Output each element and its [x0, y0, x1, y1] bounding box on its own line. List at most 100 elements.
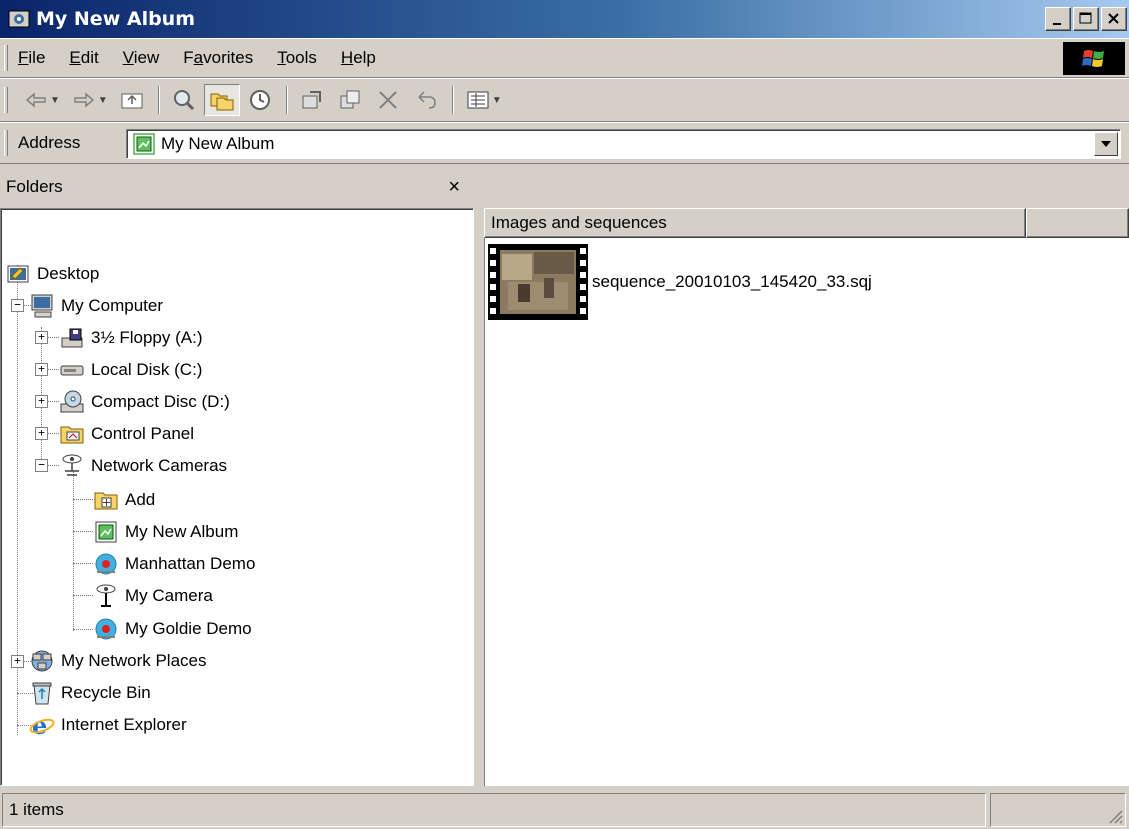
tree-item-add[interactable]: Add	[93, 485, 155, 515]
tree-line	[73, 531, 93, 532]
search-button[interactable]	[166, 84, 202, 116]
status-text: 1 items	[2, 792, 986, 827]
tree-item-my-network-places[interactable]: My Network Places	[29, 646, 206, 676]
forward-button[interactable]	[66, 84, 102, 116]
undo-button[interactable]	[408, 84, 444, 116]
floppy-icon	[59, 325, 85, 351]
copy-to-icon	[340, 90, 360, 109]
tree-label: My New Album	[125, 522, 239, 541]
collapse-my-computer[interactable]: −	[11, 299, 24, 312]
network-cameras-icon	[59, 453, 85, 479]
demo-camera-icon	[93, 551, 119, 577]
status-bar: 1 items	[0, 790, 1129, 829]
forward-dropdown-icon[interactable]: ▼	[98, 95, 108, 106]
tree-line	[73, 563, 93, 564]
menu-edit[interactable]: Edit	[69, 48, 98, 68]
address-value: My New Album	[161, 134, 275, 153]
file-name: sequence_20010103_145420_33.sqj	[592, 272, 872, 291]
tree-label: My Computer	[61, 296, 164, 315]
copy-to-button[interactable]	[332, 84, 368, 116]
menu-tools[interactable]: Tools	[277, 48, 317, 68]
search-icon	[173, 90, 194, 111]
address-grip[interactable]	[4, 130, 8, 156]
expand-compact-disc[interactable]: +	[35, 395, 48, 408]
tree-item-recycle-bin[interactable]: Recycle Bin	[29, 678, 151, 708]
toolbar-grip[interactable]	[4, 87, 8, 113]
tree-item-desktop[interactable]: Desktop	[5, 259, 99, 289]
up-button[interactable]	[114, 84, 150, 116]
toolbar-separator	[451, 86, 454, 114]
up-folder-icon	[121, 93, 143, 109]
minimize-button[interactable]	[1045, 7, 1071, 31]
status-panel-right	[990, 792, 1126, 827]
toolbar-separator	[285, 86, 288, 114]
address-label: Address	[18, 133, 81, 152]
tree-label: My Network Places	[61, 651, 207, 670]
views-dropdown-icon[interactable]: ▼	[492, 95, 502, 106]
recycle-bin-icon	[29, 680, 55, 706]
tree-item-my-camera[interactable]: My Camera	[93, 581, 213, 611]
views-button[interactable]	[460, 84, 496, 116]
toolbar-separator	[157, 86, 160, 114]
window-title: My New Album	[36, 8, 196, 30]
title-bar[interactable]: My New Album	[0, 0, 1129, 38]
expand-network-places[interactable]: +	[11, 655, 24, 668]
column-header-images[interactable]: Images and sequences	[484, 208, 1026, 238]
folders-tree-pane[interactable]: − + + + + − + Desktop My Computer 3½ Flo…	[0, 208, 474, 786]
menu-grip[interactable]	[4, 45, 8, 71]
tree-item-internet-explorer[interactable]: e Internet Explorer	[29, 710, 187, 740]
move-to-button[interactable]	[294, 84, 330, 116]
tree-item-my-computer[interactable]: My Computer	[29, 291, 163, 321]
address-input[interactable]: My New Album	[126, 129, 1121, 159]
windows-flag-icon	[1082, 49, 1104, 67]
windows-logo	[1063, 42, 1125, 75]
column-header-empty[interactable]	[1026, 208, 1129, 238]
tree-item-network-cameras[interactable]: Network Cameras	[59, 451, 227, 481]
close-button[interactable]	[1101, 7, 1127, 31]
tree-line	[73, 595, 93, 596]
expand-floppy[interactable]: +	[35, 331, 48, 344]
history-button[interactable]	[242, 84, 278, 116]
tree-label: Control Panel	[91, 424, 195, 443]
collapse-network-cameras[interactable]: −	[35, 459, 48, 472]
tree-item-control-panel[interactable]: Control Panel	[59, 419, 194, 449]
tree-label: Add	[125, 490, 156, 509]
tree-item-compact-disc[interactable]: Compact Disc (D:)	[59, 387, 230, 417]
menu-view[interactable]: View	[123, 48, 160, 68]
address-dropdown-button[interactable]	[1094, 132, 1118, 156]
expand-control-panel[interactable]: +	[35, 427, 48, 440]
network-places-icon	[29, 648, 55, 674]
folders-close-button[interactable]: ×	[448, 176, 460, 199]
history-icon	[249, 90, 270, 110]
menu-file[interactable]: File	[18, 48, 45, 68]
back-dropdown-icon[interactable]: ▼	[50, 95, 60, 106]
pane-splitter[interactable]	[474, 208, 484, 786]
column-header-row: Images and sequences	[484, 208, 1129, 238]
back-button[interactable]	[18, 84, 54, 116]
undo-icon	[418, 91, 436, 109]
camera-icon	[93, 583, 119, 609]
menu-help[interactable]: Help	[341, 48, 376, 68]
menu-bar: File Edit View Favorites Tools Help	[0, 38, 1129, 78]
maximize-button[interactable]	[1073, 7, 1099, 31]
delete-icon	[379, 91, 397, 109]
folders-button[interactable]	[203, 84, 240, 116]
control-panel-icon	[59, 421, 85, 447]
tree-item-manhattan-demo[interactable]: Manhattan Demo	[93, 549, 255, 579]
tree-item-my-goldie-demo[interactable]: My Goldie Demo	[93, 614, 252, 644]
maximize-icon	[1079, 12, 1092, 24]
expand-local-disk[interactable]: +	[35, 363, 48, 376]
move-to-icon	[302, 91, 321, 109]
file-item[interactable]: sequence_20010103_145420_33.sqj	[488, 244, 872, 320]
tree-line	[47, 465, 59, 466]
menu-favorites[interactable]: Favorites	[183, 48, 253, 68]
delete-button[interactable]	[370, 84, 406, 116]
resize-grip-icon[interactable]	[1107, 808, 1123, 824]
tree-line	[47, 401, 59, 402]
tree-label: My Camera	[125, 586, 213, 605]
forward-icon	[74, 92, 95, 108]
tree-line	[47, 337, 59, 338]
tree-item-my-new-album[interactable]: My New Album	[93, 517, 238, 547]
tree-item-floppy[interactable]: 3½ Floppy (A:)	[59, 323, 203, 353]
tree-item-local-disk[interactable]: Local Disk (C:)	[59, 355, 202, 385]
